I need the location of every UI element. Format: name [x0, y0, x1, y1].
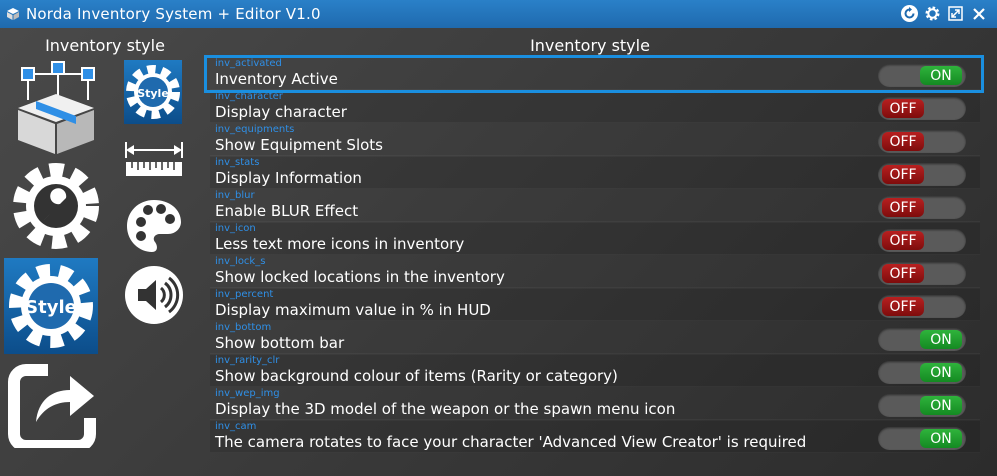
- refresh-icon: [904, 7, 915, 19]
- setting-row-inv-icon: inv_icon Less text more icons in invento…: [210, 223, 980, 255]
- setting-key: inv_stats: [215, 157, 260, 168]
- setting-toggle[interactable]: OFF: [878, 130, 966, 153]
- setting-row-inv-stats: inv_stats Display Information OFF: [210, 157, 980, 189]
- subnav-item-style[interactable]: Style: [124, 60, 182, 124]
- setting-label: Show locked locations in the inventory: [215, 268, 505, 286]
- nav-item-inventory[interactable]: [10, 60, 102, 155]
- toggle-state: ON: [920, 396, 962, 415]
- setting-key: inv_rarity_clr: [215, 355, 280, 366]
- settings-list: inv_activated Inventory Active ON inv_ch…: [210, 58, 984, 454]
- nav-item-tools[interactable]: [10, 160, 102, 252]
- setting-toggle[interactable]: ON: [878, 361, 966, 384]
- setting-key: inv_activated: [215, 58, 282, 69]
- setting-key: inv_wep_img: [215, 388, 280, 399]
- toggle-state: OFF: [882, 297, 924, 316]
- setting-label: Show bottom bar: [215, 334, 345, 352]
- setting-label: The camera rotates to face your characte…: [215, 433, 807, 451]
- toggle-state: ON: [920, 66, 962, 85]
- export-arrow-icon: [8, 364, 96, 452]
- setting-label: Display maximum value in % in HUD: [215, 301, 491, 319]
- setting-label: Display Information: [215, 169, 362, 187]
- setting-row-inv-wep-img: inv_wep_img Display the 3D model of the …: [210, 388, 980, 420]
- section-heading: Inventory style: [530, 36, 650, 55]
- setting-toggle[interactable]: OFF: [878, 295, 966, 318]
- expand-icon: [948, 6, 963, 21]
- toggle-state: OFF: [882, 99, 924, 118]
- toggle-state: OFF: [882, 165, 924, 184]
- close-icon: [972, 7, 985, 20]
- setting-toggle[interactable]: ON: [878, 64, 966, 87]
- setting-label: Show background colour of items (Rarity …: [215, 367, 618, 385]
- wrench-gear-icon: [13, 163, 99, 249]
- style-gear-icon: Style: [126, 65, 180, 119]
- sidebar-heading: Inventory style: [45, 36, 165, 55]
- nav-item-style[interactable]: Style: [4, 258, 98, 354]
- title-bar[interactable]: Norda Inventory System + Editor V1.0: [0, 0, 997, 28]
- setting-key: inv_character: [215, 91, 283, 102]
- setting-key: inv_percent: [215, 289, 274, 300]
- setting-label: Display the 3D model of the weapon or th…: [215, 400, 676, 418]
- setting-row-inv-cam: inv_cam The camera rotates to face your …: [210, 421, 980, 453]
- ruler-icon: [125, 142, 183, 176]
- setting-row-inv-bottom: inv_bottom Show bottom bar ON: [210, 322, 980, 354]
- subnav-style-label: Style: [137, 87, 169, 100]
- setting-label: Display character: [215, 103, 347, 121]
- palette-icon: [127, 200, 181, 252]
- window-controls: [901, 5, 987, 22]
- setting-label: Enable BLUR Effect: [215, 202, 359, 220]
- setting-key: inv_icon: [215, 223, 256, 234]
- setting-toggle[interactable]: ON: [878, 427, 966, 450]
- setting-key: inv_lock_s: [215, 256, 266, 267]
- toggle-state: OFF: [882, 198, 924, 217]
- setting-toggle[interactable]: ON: [878, 394, 966, 417]
- toggle-state: ON: [920, 429, 962, 448]
- setting-toggle[interactable]: OFF: [878, 229, 966, 252]
- setting-toggle[interactable]: ON: [878, 328, 966, 351]
- style-gear-icon: Style: [9, 264, 93, 348]
- setting-key: inv_cam: [215, 421, 257, 432]
- setting-row-inv-percent: inv_percent Display maximum value in % i…: [210, 289, 980, 321]
- setting-row-inv-character: inv_character Display character OFF: [210, 91, 980, 123]
- setting-toggle[interactable]: OFF: [878, 163, 966, 186]
- maximize-button[interactable]: [947, 5, 964, 22]
- setting-row-inv-lock-s: inv_lock_s Show locked locations in the …: [210, 256, 980, 288]
- setting-key: inv_equipments: [215, 124, 295, 135]
- toggle-state: ON: [920, 363, 962, 382]
- settings-button[interactable]: [924, 5, 941, 22]
- setting-label: Less text more icons in inventory: [215, 235, 465, 253]
- window-title: Norda Inventory System + Editor V1.0: [26, 5, 321, 23]
- speaker-icon: [125, 266, 183, 324]
- setting-toggle[interactable]: OFF: [878, 262, 966, 285]
- setting-key: inv_blur: [215, 190, 255, 201]
- setting-row-inv-activated: inv_activated Inventory Active ON: [210, 58, 980, 90]
- app-logo-icon: [7, 8, 19, 20]
- setting-row-inv-blur: inv_blur Enable BLUR Effect OFF: [210, 190, 980, 222]
- close-button[interactable]: [970, 5, 987, 22]
- setting-toggle[interactable]: OFF: [878, 196, 966, 219]
- toggle-state: OFF: [882, 231, 924, 250]
- toggle-state: OFF: [882, 132, 924, 151]
- setting-toggle[interactable]: OFF: [878, 97, 966, 120]
- setting-row-inv-rarity-clr: inv_rarity_clr Show background colour of…: [210, 355, 980, 387]
- nav-style-label: Style: [25, 297, 77, 318]
- subnav-item-sound[interactable]: [124, 265, 184, 325]
- gear-icon: [925, 6, 940, 21]
- toggle-state: OFF: [882, 264, 924, 283]
- setting-key: inv_bottom: [215, 322, 272, 333]
- setting-row-inv-equipments: inv_equipments Show Equipment Slots OFF: [210, 124, 980, 156]
- refresh-button[interactable]: [901, 5, 918, 22]
- inventory-box-icon: [18, 61, 95, 154]
- toggle-state: ON: [920, 330, 962, 349]
- subnav-item-color[interactable]: [124, 196, 184, 256]
- app-window: Norda Inventory System + Editor V1.0 Inv…: [0, 0, 997, 476]
- setting-label: Show Equipment Slots: [215, 136, 383, 154]
- nav-item-export[interactable]: [8, 362, 98, 452]
- setting-label: Inventory Active: [215, 70, 338, 88]
- subnav-item-size[interactable]: [124, 136, 184, 180]
